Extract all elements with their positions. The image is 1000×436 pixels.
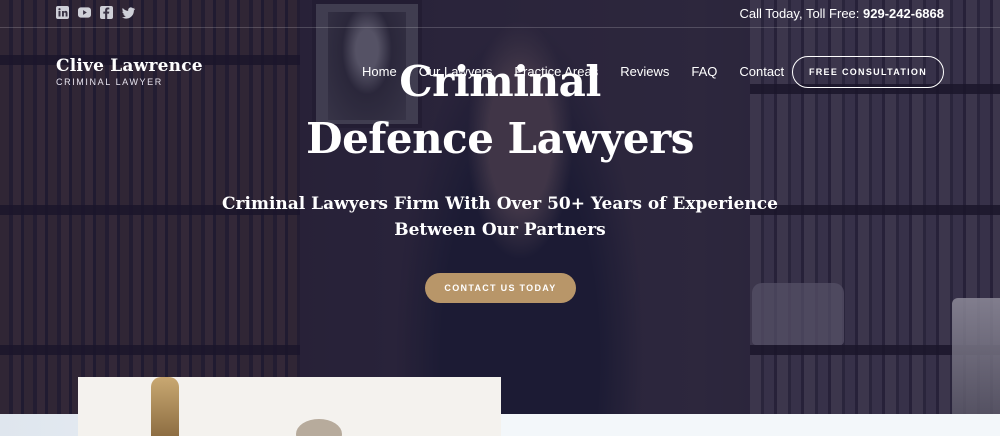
hero-subtitle-line1: Criminal Lawyers Firm With Over 50+ Year…	[222, 194, 778, 214]
next-section-panel	[501, 414, 1000, 436]
hero-subtitle-line2: Between Our Partners	[394, 220, 606, 240]
twitter-icon[interactable]	[122, 6, 135, 19]
youtube-icon[interactable]	[78, 6, 91, 19]
contact-us-today-button[interactable]: CONTACT US TODAY	[425, 273, 576, 303]
call-toll-free: Call Today, Toll Free: 929-242-6868	[739, 6, 944, 21]
topbar-divider	[0, 27, 1000, 28]
justice-statue-image	[151, 377, 179, 436]
social-links	[56, 6, 135, 19]
computer-monitor-image	[952, 298, 1000, 416]
linkedin-icon[interactable]	[56, 6, 69, 19]
phone-number-link[interactable]: 929-242-6868	[863, 6, 944, 21]
facebook-icon[interactable]	[100, 6, 113, 19]
statue-head-image	[296, 419, 342, 436]
call-label: Call Today, Toll Free:	[739, 6, 860, 21]
hero-title-line2: Defence Lawyers	[306, 114, 694, 163]
feature-image-card	[78, 377, 501, 436]
hero-title-line1: Criminal	[399, 57, 601, 106]
